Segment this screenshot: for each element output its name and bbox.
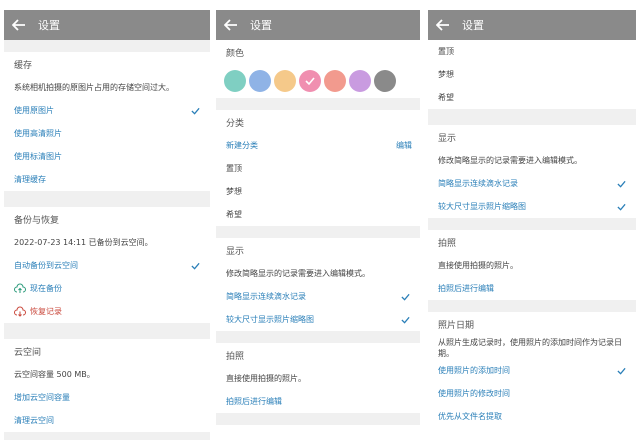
cache-description: 系统相机拍摄的原图片占用的存储空间过大。 (14, 83, 174, 92)
color-swatch[interactable] (299, 70, 321, 92)
increase-cloud-button[interactable]: 增加云空间容量 (4, 386, 210, 409)
category-item[interactable]: 希望 (428, 86, 636, 109)
section-title-photo: 拍照 (438, 238, 457, 249)
option-label: 使用照片的添加时间 (438, 366, 510, 375)
color-swatch[interactable] (249, 70, 271, 92)
photo-description: 直接使用拍摄的照片。 (226, 374, 306, 383)
button-label: 恢复记录 (30, 307, 62, 316)
color-swatch[interactable] (324, 70, 346, 92)
color-swatch[interactable] (274, 70, 296, 92)
check-icon (401, 292, 410, 301)
check-icon (617, 179, 626, 188)
new-category-button[interactable]: 新建分类 编辑 (216, 134, 420, 157)
category-item[interactable]: 希望 (216, 203, 420, 226)
display-description: 修改简略显示的记录需要进入编辑模式。 (226, 269, 370, 278)
option-use-sd[interactable]: 使用标清图片 (4, 145, 210, 168)
page-title: 设置 (38, 19, 60, 32)
check-icon (191, 106, 200, 115)
cloud-capacity: 云空间容量 500 MB。 (14, 370, 95, 379)
divider (428, 109, 636, 125)
option-edit-after-photo[interactable]: 拍照后进行编辑 (216, 390, 420, 413)
backup-now-button[interactable]: 现在备份 (4, 277, 210, 300)
color-swatch[interactable] (224, 70, 246, 92)
check-icon (191, 261, 200, 270)
divider (428, 218, 636, 230)
settings-panel-1: 设置 缓存 系统相机拍摄的原图片占用的存储空间过大。 使用原图片 使用高清照片 … (4, 10, 210, 440)
page-title: 设置 (462, 19, 484, 32)
button-label: 现在备份 (30, 284, 62, 293)
category-item[interactable]: 置顶 (428, 40, 636, 63)
option-label: 较大尺寸显示照片缩略图 (226, 315, 314, 324)
edit-categories-button[interactable]: 编辑 (396, 140, 412, 151)
option-use-original[interactable]: 使用原图片 (4, 99, 210, 122)
option-label: 使用原图片 (14, 106, 54, 115)
last-backup-status: 2022-07-23 14:11 已备份到云空间。 (14, 238, 153, 247)
divider (216, 98, 420, 110)
settings-panel-3: 设置 置顶 梦想 希望 显示 修改简略显示的记录需要进入编辑模式。 简略显示连续… (428, 10, 636, 440)
photo-description: 直接使用拍摄的照片。 (438, 261, 518, 270)
back-arrow-icon[interactable] (224, 18, 238, 32)
option-large-thumbnails[interactable]: 较大尺寸显示照片缩略图 (428, 195, 636, 218)
check-icon (617, 366, 626, 375)
section-title-category: 分类 (226, 118, 245, 129)
divider (216, 413, 420, 425)
category-item[interactable]: 梦想 (216, 180, 420, 203)
section-title-color: 颜色 (226, 48, 245, 59)
category-item[interactable]: 置顶 (216, 157, 420, 180)
clear-cache-button[interactable]: 清理缓存 (4, 168, 210, 191)
color-swatches (216, 64, 420, 98)
divider (428, 300, 636, 312)
app-header: 设置 (216, 10, 420, 40)
option-use-added-time[interactable]: 使用照片的添加时间 (428, 359, 636, 382)
divider (4, 191, 210, 207)
app-header: 设置 (428, 10, 636, 40)
color-swatch[interactable] (349, 70, 371, 92)
section-title-backup: 备份与恢复 (14, 215, 60, 226)
app-header: 设置 (4, 10, 210, 40)
section-title-photo-date: 照片日期 (438, 320, 475, 331)
option-label: 简略显示连续滴水记录 (438, 179, 518, 188)
option-use-modified-time[interactable]: 使用照片的修改时间 (428, 382, 636, 405)
page-title: 设置 (250, 19, 272, 32)
toggle-auto-backup[interactable]: 自动备份到云空间 (4, 254, 210, 277)
restore-records-button[interactable]: 恢复记录 (4, 300, 210, 323)
check-icon (305, 77, 315, 86)
settings-panel-2: 设置 颜色 分类 新建分类 编辑 置顶 梦想 希望 显示 修改简略显示的记录需要… (216, 10, 420, 440)
back-arrow-icon[interactable] (12, 18, 26, 32)
check-icon (401, 315, 410, 324)
section-title-display: 显示 (226, 246, 245, 257)
option-compact-drip[interactable]: 简略显示连续滴水记录 (216, 285, 420, 308)
section-title-photo: 拍照 (226, 351, 245, 362)
button-label: 新建分类 (226, 141, 258, 150)
option-label: 自动备份到云空间 (14, 261, 78, 270)
divider (4, 40, 210, 52)
option-use-hd[interactable]: 使用高清照片 (4, 122, 210, 145)
option-edit-after-photo[interactable]: 拍照后进行编辑 (428, 277, 636, 300)
back-arrow-icon[interactable] (436, 18, 450, 32)
section-title-cache: 缓存 (14, 60, 33, 71)
check-icon (617, 202, 626, 211)
clear-cloud-button[interactable]: 清理云空间 (4, 409, 210, 432)
option-large-thumbnails[interactable]: 较大尺寸显示照片缩略图 (216, 308, 420, 331)
option-label: 较大尺寸显示照片缩略图 (438, 202, 526, 211)
option-label: 简略显示连续滴水记录 (226, 292, 306, 301)
divider (4, 432, 210, 440)
cloud-upload-icon (14, 283, 26, 295)
option-compact-drip[interactable]: 简略显示连续滴水记录 (428, 172, 636, 195)
photo-date-description: 从照片生成记录时，使用照片的添加时间作为记录日期。 (438, 337, 622, 358)
color-swatch[interactable] (374, 70, 396, 92)
divider (216, 331, 420, 343)
divider (4, 323, 210, 339)
section-title-display: 显示 (438, 133, 457, 144)
divider (216, 226, 420, 238)
display-description: 修改简略显示的记录需要进入编辑模式。 (438, 156, 582, 165)
category-item[interactable]: 梦想 (428, 63, 636, 86)
cloud-download-icon (14, 306, 26, 318)
option-from-filename[interactable]: 优先从文件名提取 (428, 405, 636, 428)
section-title-cloud: 云空间 (14, 347, 42, 358)
